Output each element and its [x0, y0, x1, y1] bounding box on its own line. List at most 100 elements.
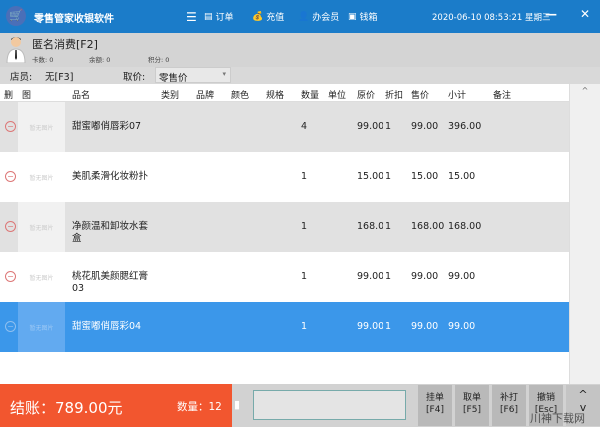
nav-orders[interactable]: ▤ 订单: [204, 10, 234, 24]
remove-icon[interactable]: −: [5, 121, 16, 132]
product-image-placeholder: 暂无图片: [18, 152, 65, 202]
customer-panel: 匿名消费[F2] 卡数: 0 余额: 0 积分: 0: [0, 33, 600, 67]
customer-name[interactable]: 匿名消费[F2]: [32, 36, 98, 52]
col-header: 类别: [161, 91, 180, 101]
original-price: 99.00: [357, 271, 383, 282]
col-header: 折扣: [385, 91, 404, 101]
close-button[interactable]: ✕: [580, 7, 590, 21]
col-header: 单位: [328, 91, 347, 101]
menu-icon: ☰: [186, 10, 197, 24]
discount[interactable]: 1: [385, 321, 391, 332]
minimize-button[interactable]: —: [545, 7, 557, 21]
table-row[interactable]: − 暂无图片 桃花肌美颜腮红膏03 1 99.00 1 99.00 99.00: [0, 252, 569, 302]
sale-price[interactable]: 99.00: [411, 271, 438, 282]
title-bar: 🛒 零售管家收银软件 ☰ ▤ 订单 💰 充值 👤 办会员 ▣ 钱箱 2020-06-10…: [0, 0, 600, 33]
col-header: 颜色: [231, 91, 250, 101]
table-row[interactable]: − 暂无图片 净颜温和卸妆水套盒 1 168.00 1 168.00 168.0…: [0, 202, 569, 252]
nav-label: 订单: [215, 13, 234, 23]
datetime-text: 2020-06-10 08:53:21: [432, 13, 523, 23]
original-price: 99.00: [357, 321, 383, 332]
nav-recharge[interactable]: 💰 充值: [252, 10, 284, 24]
staff-value[interactable]: 无[F3]: [45, 69, 73, 83]
label: 卡数:: [32, 56, 48, 64]
col-header: 原价: [357, 91, 376, 101]
product-image-placeholder: 暂无图片: [18, 302, 65, 352]
staff-label: 店员:: [10, 72, 33, 83]
points: 积分: 0: [148, 54, 169, 64]
remove-icon[interactable]: −: [5, 221, 16, 232]
col-header: 品名: [72, 91, 91, 101]
barcode-scanner-icon: ▮: [234, 398, 241, 411]
sale-price[interactable]: 99.00: [411, 121, 438, 132]
watermark: 川神下载网: [530, 412, 585, 425]
product-name: 桃花肌美颜腮红膏03: [72, 271, 149, 294]
label: 积分:: [148, 56, 164, 64]
table-header: 删 图 品名 类别 品牌 颜色 规格 数量 单位 原价 折扣 售价 小计 备注: [0, 84, 569, 102]
discount[interactable]: 1: [385, 221, 391, 232]
retrieve-order-button[interactable]: 取单 [F5]: [455, 385, 489, 426]
scroll-up-icon[interactable]: ^: [570, 86, 600, 95]
table-row[interactable]: − 暂无图片 美肌柔滑化妆粉扑 1 15.00 1 15.00 15.00: [0, 152, 569, 202]
original-price: 168.00: [357, 221, 383, 232]
col-header: 售价: [411, 91, 430, 101]
options-bar: 店员: 无[F3] 取价: 零售价 ▾: [0, 67, 600, 84]
label: 余额:: [89, 56, 105, 64]
remove-icon[interactable]: −: [5, 271, 16, 282]
product-name: 甜蜜嘟俏唇彩07: [72, 121, 142, 132]
sale-price[interactable]: 168.00: [411, 221, 444, 232]
checkout-button[interactable]: 结账：789.00元 数量：12: [0, 384, 232, 427]
table-row[interactable]: − 暂无图片 甜蜜嘟俏唇彩04 1 99.00 1 99.00 99.00: [0, 302, 569, 352]
button-key: [F5]: [463, 405, 481, 415]
table-row[interactable]: − 暂无图片 甜蜜嘟俏唇彩07 4 99.00 1 99.00 396.00: [0, 102, 569, 152]
col-header: 删: [4, 91, 14, 101]
col-header: 数量: [301, 91, 320, 101]
barcode-input[interactable]: [253, 390, 406, 420]
sale-price[interactable]: 99.00: [411, 321, 438, 332]
remove-icon[interactable]: −: [5, 321, 16, 332]
scrollbar[interactable]: ^: [569, 84, 600, 384]
col-header: 品牌: [196, 91, 215, 101]
price-type-select[interactable]: 零售价 ▾: [155, 67, 231, 84]
quantity[interactable]: 1: [301, 321, 307, 332]
quantity[interactable]: 1: [301, 171, 307, 182]
reprint-button[interactable]: 补打 [F6]: [492, 385, 526, 426]
hold-order-button[interactable]: 挂单 [F4]: [418, 385, 452, 426]
order-icon: ▤: [204, 11, 213, 22]
subtotal: 15.00: [448, 171, 476, 182]
product-image-placeholder: 暂无图片: [18, 102, 65, 152]
col-header: 小计: [448, 91, 467, 101]
original-price: 99.00: [357, 121, 383, 132]
discount[interactable]: 1: [385, 171, 391, 182]
price-label: 取价:: [123, 72, 146, 83]
subtotal: 99.00: [448, 271, 476, 282]
cart-table: 删 图 品名 类别 品牌 颜色 规格 数量 单位 原价 折扣 售价 小计 备注 …: [0, 84, 569, 384]
sale-price[interactable]: 15.00: [411, 171, 438, 182]
value: 0: [49, 56, 54, 64]
button-key: [F6]: [500, 405, 518, 415]
quantity[interactable]: 4: [301, 121, 307, 132]
discount[interactable]: 1: [385, 271, 391, 282]
nav-member[interactable]: 👤 办会员: [298, 10, 339, 24]
subtotal: 99.00: [448, 321, 476, 332]
avatar-icon: [6, 37, 26, 63]
product-name: 美肌柔滑化妆粉扑: [72, 171, 149, 182]
col-header: 规格: [266, 91, 285, 101]
balance: 余额: 0: [89, 54, 110, 64]
chevron-up-icon[interactable]: ^: [566, 385, 600, 401]
quantity[interactable]: 1: [301, 271, 307, 282]
nav-cashbox[interactable]: ▣ 钱箱: [348, 10, 378, 24]
quantity[interactable]: 1: [301, 221, 307, 232]
datetime: 2020-06-10 08:53:21 星期三: [432, 11, 551, 23]
product-name: 甜蜜嘟俏唇彩04: [72, 321, 142, 332]
button-key: [F4]: [426, 405, 444, 415]
value: 0: [165, 56, 170, 64]
button-label: 挂单: [425, 393, 444, 403]
discount[interactable]: 1: [385, 121, 391, 132]
product-image-placeholder: 暂无图片: [18, 252, 65, 302]
cashbox-icon: ▣: [348, 11, 357, 22]
original-price: 15.00: [357, 171, 383, 182]
cart-logo-icon: 🛒: [6, 6, 26, 26]
menu-button[interactable]: ☰: [186, 10, 197, 24]
remove-icon[interactable]: −: [5, 171, 16, 182]
button-label: 补打: [499, 393, 518, 403]
